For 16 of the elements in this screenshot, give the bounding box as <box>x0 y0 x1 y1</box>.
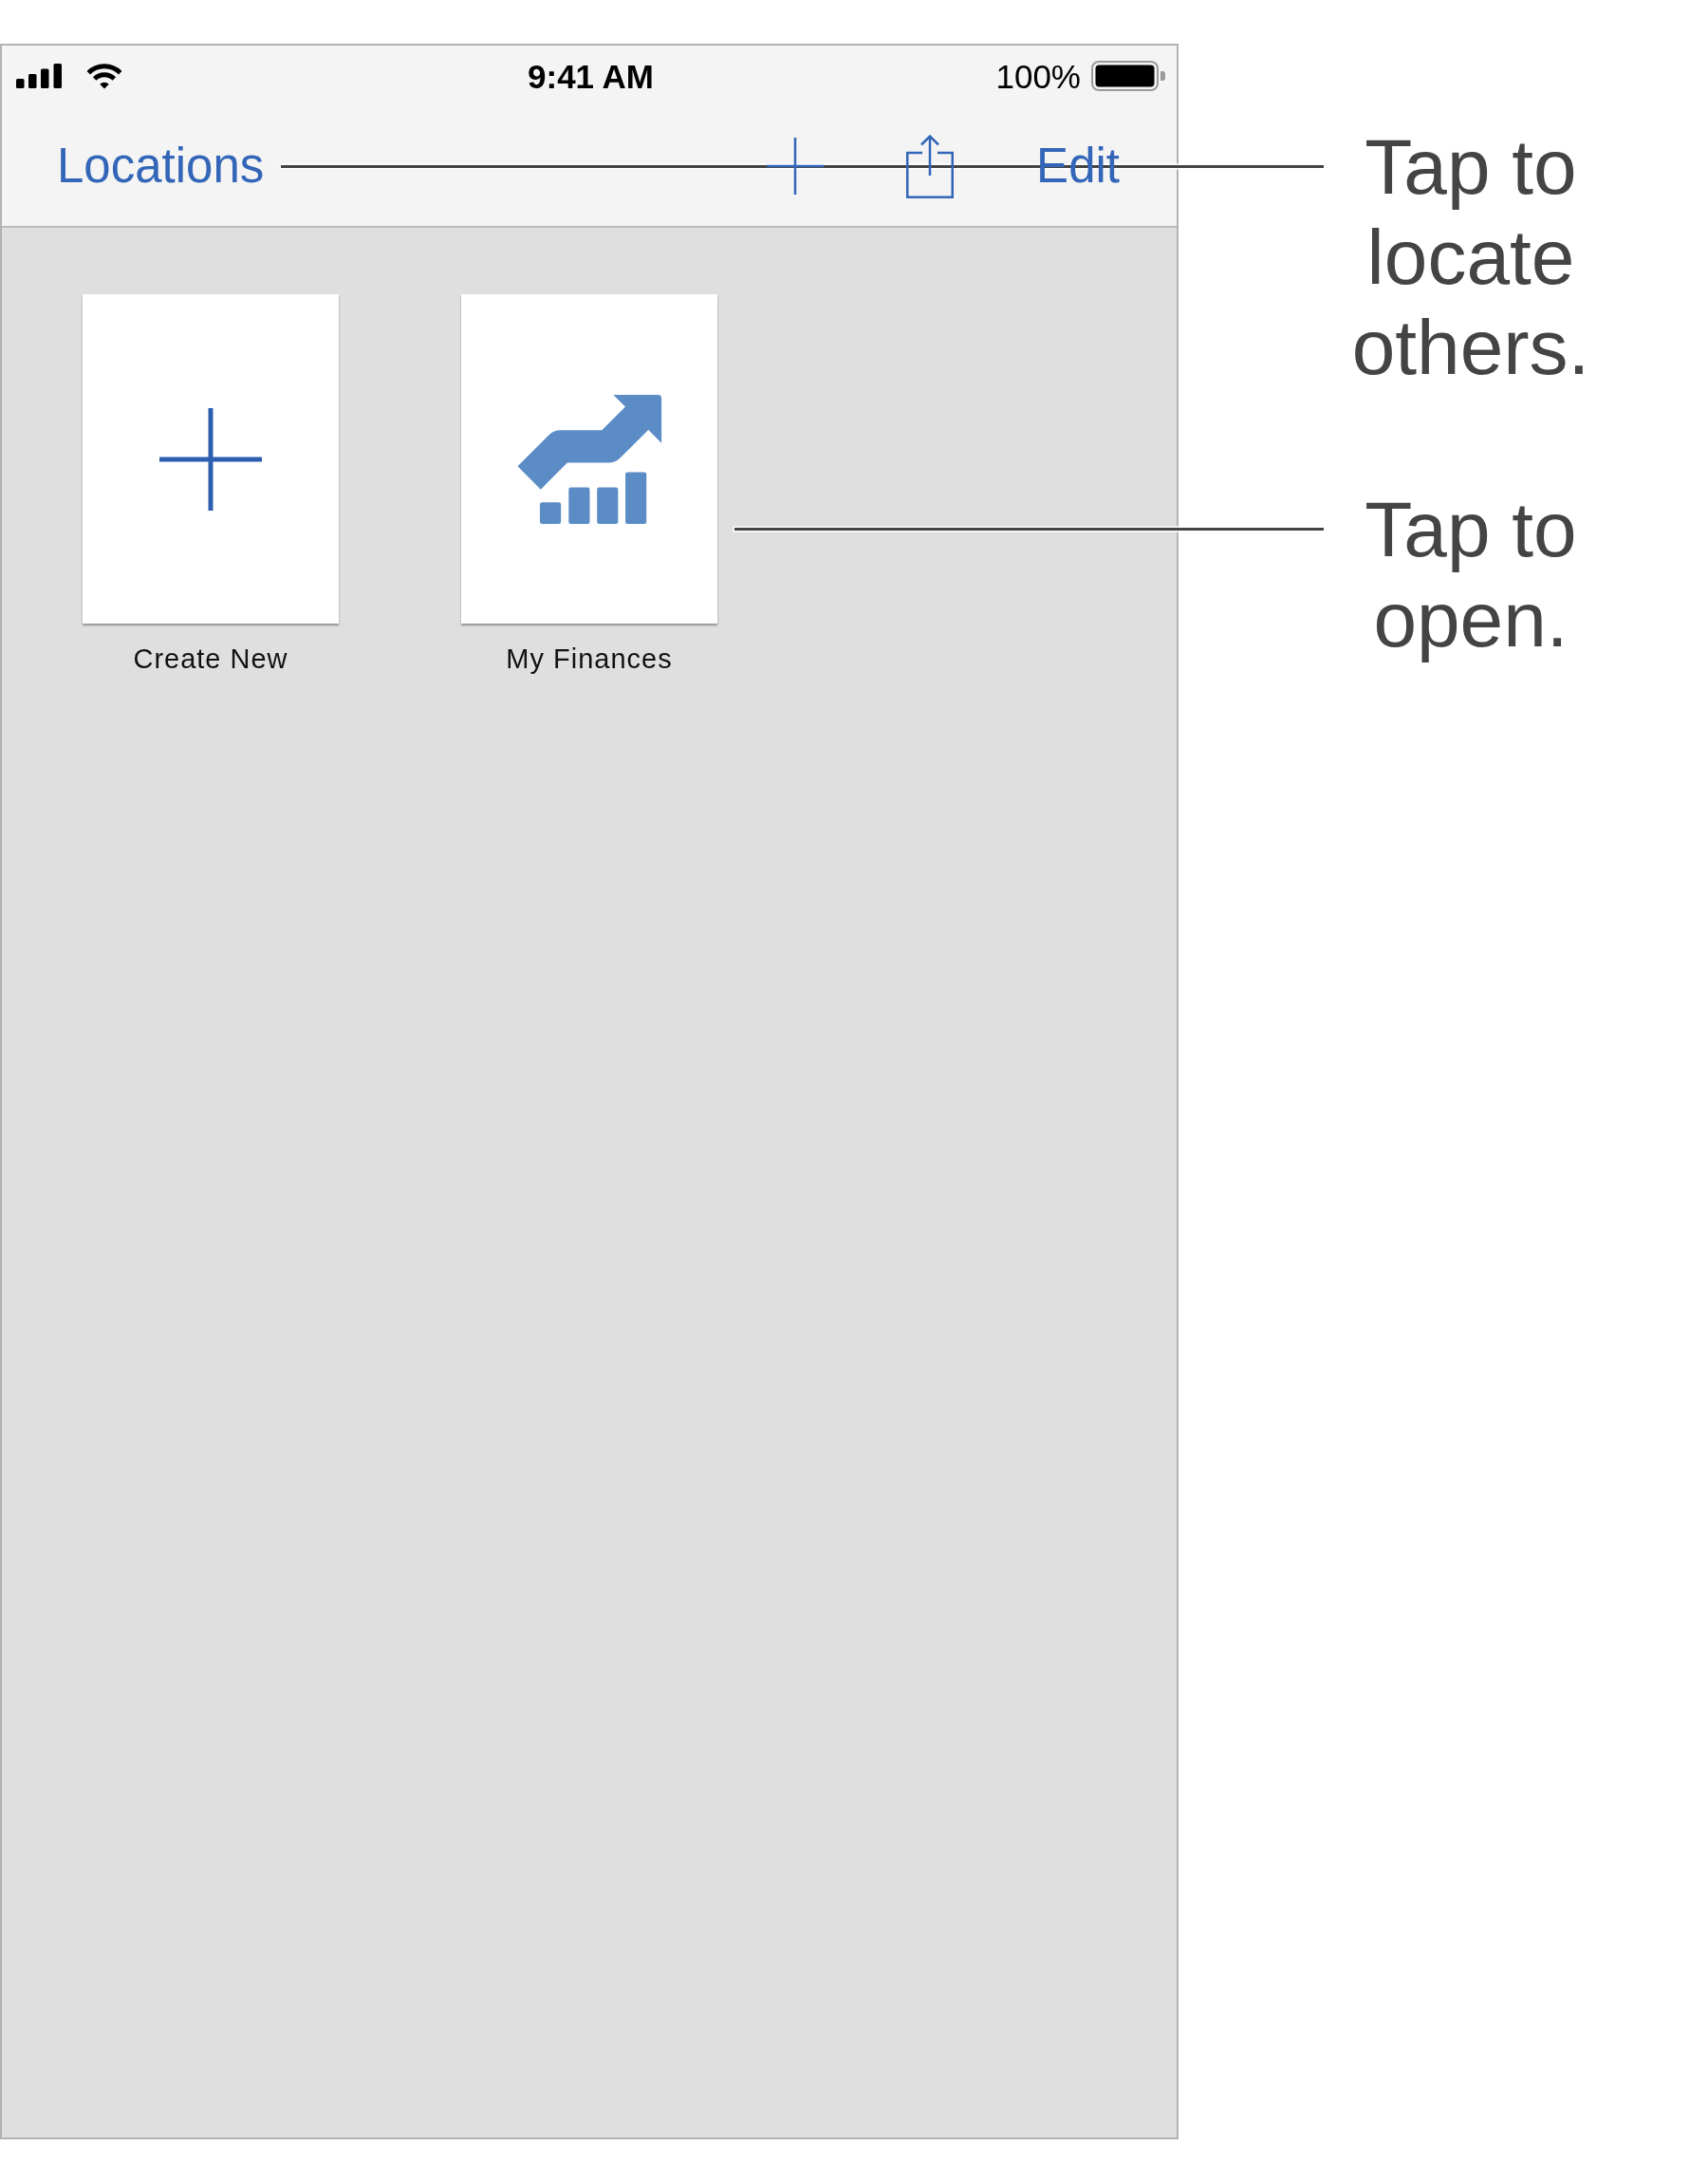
battery-percentage: 100% <box>995 59 1081 93</box>
callout-text: Tap to open. <box>1364 485 1578 664</box>
wifi-icon <box>85 63 123 89</box>
new-document-tile[interactable] <box>83 294 339 624</box>
document-title: Create New <box>133 643 288 676</box>
status-time: 9:41 AM <box>528 59 654 93</box>
battery-icon <box>1091 61 1165 91</box>
trend-chart-icon <box>516 393 662 525</box>
signal-icon <box>16 64 62 88</box>
document-thumbnail[interactable] <box>461 294 717 624</box>
back-link[interactable]: Locations <box>57 139 265 194</box>
plus-icon[interactable] <box>767 138 825 195</box>
document-title: My Finances <box>506 643 673 676</box>
plus-icon <box>159 407 262 511</box>
share-icon[interactable] <box>906 134 955 198</box>
callout-text: Tap to locate others. <box>1350 122 1591 392</box>
